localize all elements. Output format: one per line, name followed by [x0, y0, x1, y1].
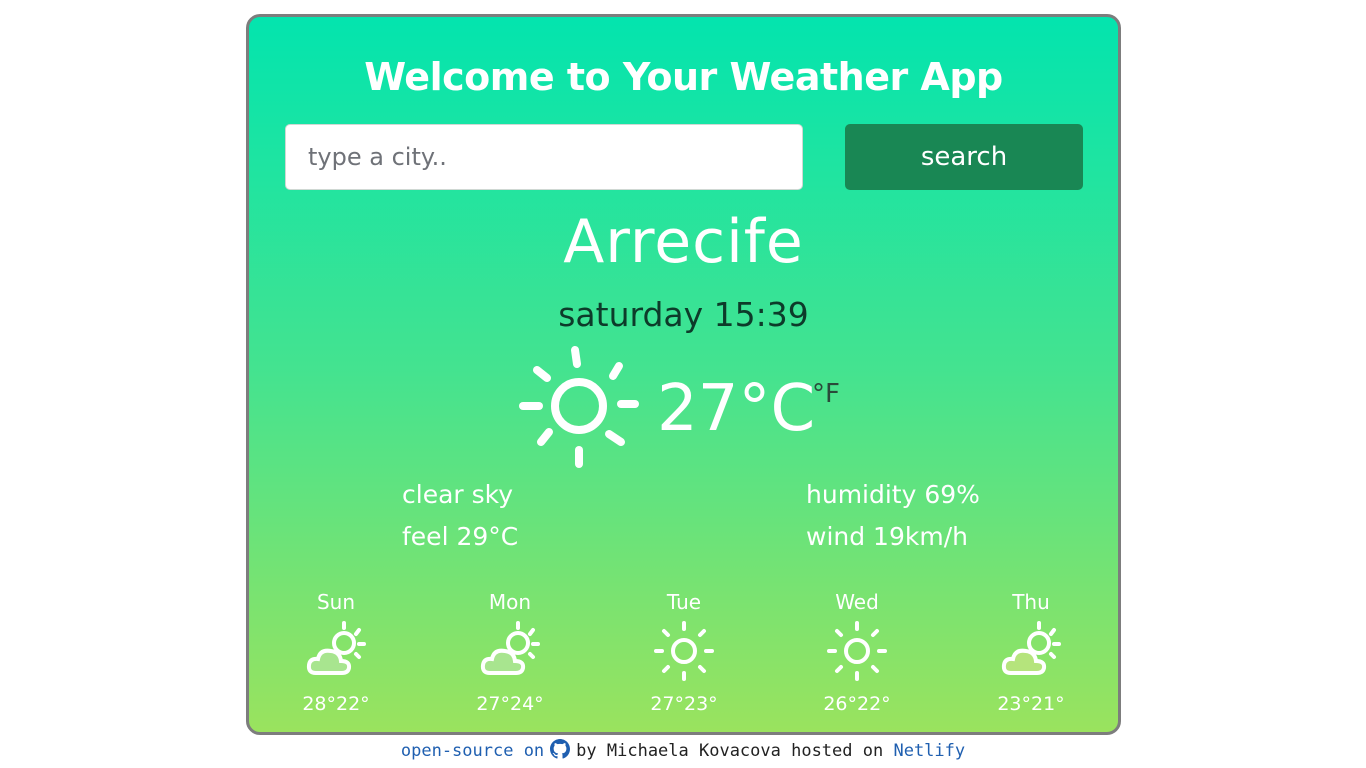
app-title: Welcome to Your Weather App: [364, 55, 1003, 99]
current-temperature: 27°C: [657, 372, 816, 446]
weather-card: Welcome to Your Weather App search Arrec…: [246, 14, 1121, 735]
sun-icon: [519, 346, 639, 468]
sun-icon: [827, 621, 887, 681]
github-icon: [550, 739, 571, 759]
netlify-link[interactable]: Netlify: [893, 741, 965, 761]
forecast-day-name: Tue: [666, 590, 702, 614]
weather-description: clear sky: [402, 480, 514, 509]
feels-like: feel 29°C: [402, 522, 519, 551]
forecast-temps: 27°24°: [476, 693, 544, 715]
forecast-row: Sun 28°22° Mon 27°24° Tue 27°23° Wed 26°…: [249, 589, 1118, 729]
forecast-temps: 28°22°: [302, 693, 370, 715]
forecast-day: Sun 28°22°: [271, 589, 401, 715]
humidity: humidity 69%: [806, 480, 980, 509]
wind-speed: wind 19km/h: [806, 522, 968, 551]
partly-cloudy-icon: [1001, 621, 1061, 675]
partly-cloudy-icon: [306, 621, 366, 675]
search-button[interactable]: search: [845, 124, 1083, 190]
forecast-temps: 27°23°: [650, 693, 718, 715]
forecast-day: Thu 23°21°: [966, 589, 1096, 715]
open-source-link[interactable]: open-source on: [400, 739, 576, 761]
current-datetime: saturday 15:39: [558, 295, 809, 334]
footer-by-text: by Michaela Kovacova hosted on: [576, 741, 884, 761]
forecast-day-name: Wed: [835, 590, 879, 614]
forecast-day: Mon 27°24°: [445, 589, 575, 715]
sun-icon: [654, 621, 714, 681]
open-source-link-text: open-source on: [400, 741, 545, 761]
forecast-day-name: Sun: [316, 590, 356, 614]
city-name: Arrecife: [563, 207, 804, 277]
forecast-day: Tue 27°23°: [619, 589, 749, 715]
forecast-day-name: Mon: [488, 590, 532, 614]
partly-cloudy-icon: [480, 621, 540, 675]
forecast-temps: 26°22°: [823, 693, 891, 715]
forecast-temps: 23°21°: [997, 693, 1065, 715]
footer: open-source on by Michaela Kovacova hoste…: [0, 739, 1366, 761]
forecast-day: Wed 26°22°: [792, 589, 922, 715]
city-search-input[interactable]: [285, 124, 803, 190]
forecast-day-name: Thu: [1012, 590, 1050, 614]
fahrenheit-toggle[interactable]: °F: [812, 379, 840, 409]
